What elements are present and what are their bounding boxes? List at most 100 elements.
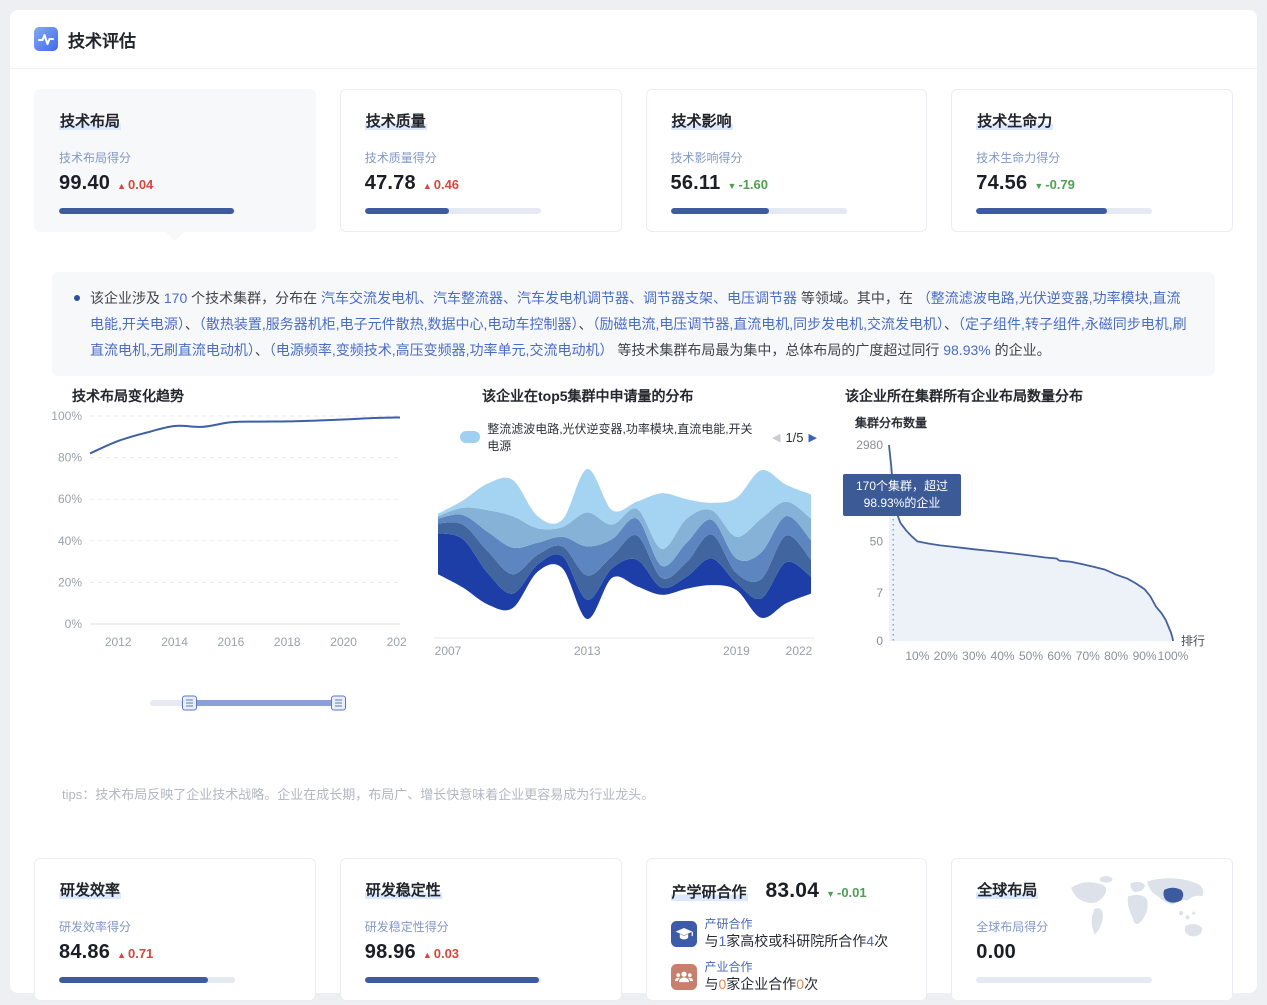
card-subtitle: 技术生命力得分 [976, 149, 1208, 166]
card-title: 研发效率 [59, 882, 121, 899]
score-progress-bar [59, 977, 235, 983]
chevron-right-icon[interactable]: ▶ [809, 431, 817, 444]
score-progress-bar [976, 208, 1152, 214]
score-value: 83.04 [766, 879, 820, 903]
svg-text:100%: 100% [1158, 649, 1189, 663]
people-icon [671, 964, 697, 990]
stream-plot: 2007201320192022 [432, 454, 817, 659]
svg-text:2018: 2018 [274, 635, 301, 649]
svg-text:100%: 100% [51, 409, 82, 423]
score-delta: ▼-1.60 [727, 177, 768, 192]
graduation-cap-icon [671, 921, 697, 947]
svg-text:排行: 排行 [1181, 634, 1205, 648]
metric-card-tech-quality[interactable]: 技术质量 技术质量得分 47.78 ▲0.46 [340, 89, 622, 232]
score-progress-bar [976, 977, 1152, 983]
svg-text:30%: 30% [962, 649, 986, 663]
score-delta: ▲0.46 [423, 177, 459, 192]
panel-header: 技术评估 [10, 10, 1257, 69]
chevron-left-icon[interactable]: ◀ [772, 431, 780, 444]
svg-text:2020: 2020 [330, 635, 357, 649]
score-value: 84.86 [59, 941, 110, 964]
svg-text:20%: 20% [934, 649, 958, 663]
score-progress-bar [365, 208, 541, 214]
delta-arrow-icon: ▲ [117, 950, 126, 960]
cooperation-row: 产业合作与0家企业合作0次 [671, 960, 903, 993]
score-cards-top: 技术布局 技术布局得分 99.40 ▲0.04 技术质量 技术质量得分 47.7… [34, 89, 1233, 232]
summary-text: 该企业涉及 170 个技术集群，分布在 汽车交流发电机、汽车整流器、汽车发电机调… [90, 285, 1193, 363]
bullet-dot-icon [74, 295, 80, 301]
card-subtitle: 研发稳定性得分 [365, 918, 597, 935]
tech-assessment-panel: 技术评估 技术布局 技术布局得分 99.40 ▲0.04 技术质量 技术质量得分 [10, 10, 1257, 993]
svg-text:40%: 40% [58, 534, 82, 548]
score-value: 99.40 [59, 172, 110, 195]
cluster-annotation: 170个集群，超过 98.93%的企业 [843, 474, 961, 516]
svg-text:2022: 2022 [786, 644, 813, 658]
slider-selected-range[interactable] [189, 700, 338, 706]
slider-handle-right[interactable] [331, 695, 346, 710]
legend-label: 整流滤波电路,光伏逆变器,功率模块,直流电能,开关电源 [487, 420, 753, 454]
pager-count: 1/5 [785, 430, 803, 445]
svg-text:7: 7 [876, 586, 883, 600]
metric-card-tech-layout[interactable]: 技术布局 技术布局得分 99.40 ▲0.04 [34, 89, 316, 232]
card-title: 技术质量 [365, 113, 427, 130]
score-value: 0.00 [976, 941, 1016, 964]
score-value: 56.11 [671, 172, 721, 195]
delta-arrow-icon: ▲ [423, 950, 432, 960]
stream-legend: 整流滤波电路,光伏逆变器,功率模块,直流电能,开关电源 ◀ 1/5 ▶ [460, 420, 817, 454]
svg-text:80%: 80% [1104, 649, 1128, 663]
y-axis-label: 集群分布数量 [855, 414, 1233, 431]
svg-text:70%: 70% [1076, 649, 1100, 663]
card-subtitle: 研发效率得分 [59, 918, 291, 935]
score-value: 74.56 [976, 172, 1027, 195]
delta-arrow-icon: ▼ [826, 889, 835, 899]
svg-text:50: 50 [870, 534, 884, 548]
svg-text:40%: 40% [991, 649, 1015, 663]
score-value: 98.96 [365, 941, 416, 964]
score-delta: ▲0.71 [117, 946, 153, 961]
global-layout-card[interactable]: 全球布局 [951, 858, 1233, 1001]
distribution-plot: 2980507010%20%30%40%50%60%70%80%90%100%排… [843, 431, 1233, 676]
svg-text:0: 0 [876, 634, 883, 648]
industry-academia-card[interactable]: 产学研合作 83.04 ▼-0.01 产研合作与1家高校或科研院所合作4次产业合… [646, 858, 928, 1001]
summary-box: 该企业涉及 170 个技术集群，分布在 汽车交流发电机、汽车整流器、汽车发电机调… [52, 272, 1215, 376]
layout-trend-plot: 0%20%40%60%80%100%2012201420162018202020… [34, 406, 406, 656]
card-subtitle: 技术质量得分 [365, 149, 597, 166]
svg-text:2019: 2019 [723, 644, 750, 658]
metric-card-tech-vitality[interactable]: 技术生命力 技术生命力得分 74.56 ▼-0.79 [951, 89, 1233, 232]
score-cards-bottom: 研发效率 研发效率得分 84.86 ▲0.71 研发稳定性 研发稳定性得分 98… [34, 858, 1233, 1001]
score-progress-bar [671, 208, 847, 214]
page-title: 技术评估 [68, 27, 136, 52]
score-delta: ▲0.04 [117, 177, 153, 192]
charts-row: 技术布局变化趋势 0%20%40%60%80%100%2012201420162… [34, 386, 1233, 710]
time-range-slider[interactable] [150, 695, 346, 710]
layout-trend-chart: 技术布局变化趋势 0%20%40%60%80%100%2012201420162… [34, 386, 406, 710]
svg-text:20%: 20% [58, 575, 82, 589]
svg-text:2014: 2014 [161, 635, 188, 649]
world-map-china-highlighted [1062, 873, 1222, 947]
svg-text:90%: 90% [1133, 649, 1157, 663]
chart-title: 该企业在top5集群中申请量的分布 [482, 386, 817, 406]
slider-track[interactable] [150, 700, 346, 706]
card-title: 产学研合作 [671, 884, 748, 901]
cooperation-label: 产研合作 [705, 917, 889, 932]
svg-text:0%: 0% [65, 617, 83, 631]
metric-card-rd-efficiency[interactable]: 研发效率 研发效率得分 84.86 ▲0.71 [34, 858, 316, 1001]
chart-title: 该企业所在集群所有企业布局数量分布 [845, 386, 1233, 406]
delta-arrow-icon: ▼ [1034, 181, 1043, 191]
cooperation-label: 产业合作 [705, 960, 819, 975]
metric-card-tech-impact[interactable]: 技术影响 技术影响得分 56.11 ▼-1.60 [646, 89, 928, 232]
svg-text:10%: 10% [905, 649, 929, 663]
legend-pager: ◀ 1/5 ▶ [772, 430, 817, 445]
pulse-icon [34, 27, 58, 51]
cluster-distribution-chart: 该企业所在集群所有企业布局数量分布 集群分布数量 2980507010%20%3… [843, 386, 1233, 710]
score-value: 47.78 [365, 172, 416, 195]
page: 技术评估 技术布局 技术布局得分 99.40 ▲0.04 技术质量 技术质量得分 [0, 0, 1267, 1005]
score-progress-bar [59, 208, 235, 214]
card-title: 技术布局 [59, 113, 121, 130]
metric-card-rd-stability[interactable]: 研发稳定性 研发稳定性得分 98.96 ▲0.03 [340, 858, 622, 1001]
cooperation-rows: 产研合作与1家高校或科研院所合作4次产业合作与0家企业合作0次 [671, 917, 903, 993]
delta-arrow-icon: ▼ [727, 181, 736, 191]
delta-arrow-icon: ▲ [117, 181, 126, 191]
slider-handle-left[interactable] [182, 695, 197, 710]
delta-arrow-icon: ▲ [423, 181, 432, 191]
